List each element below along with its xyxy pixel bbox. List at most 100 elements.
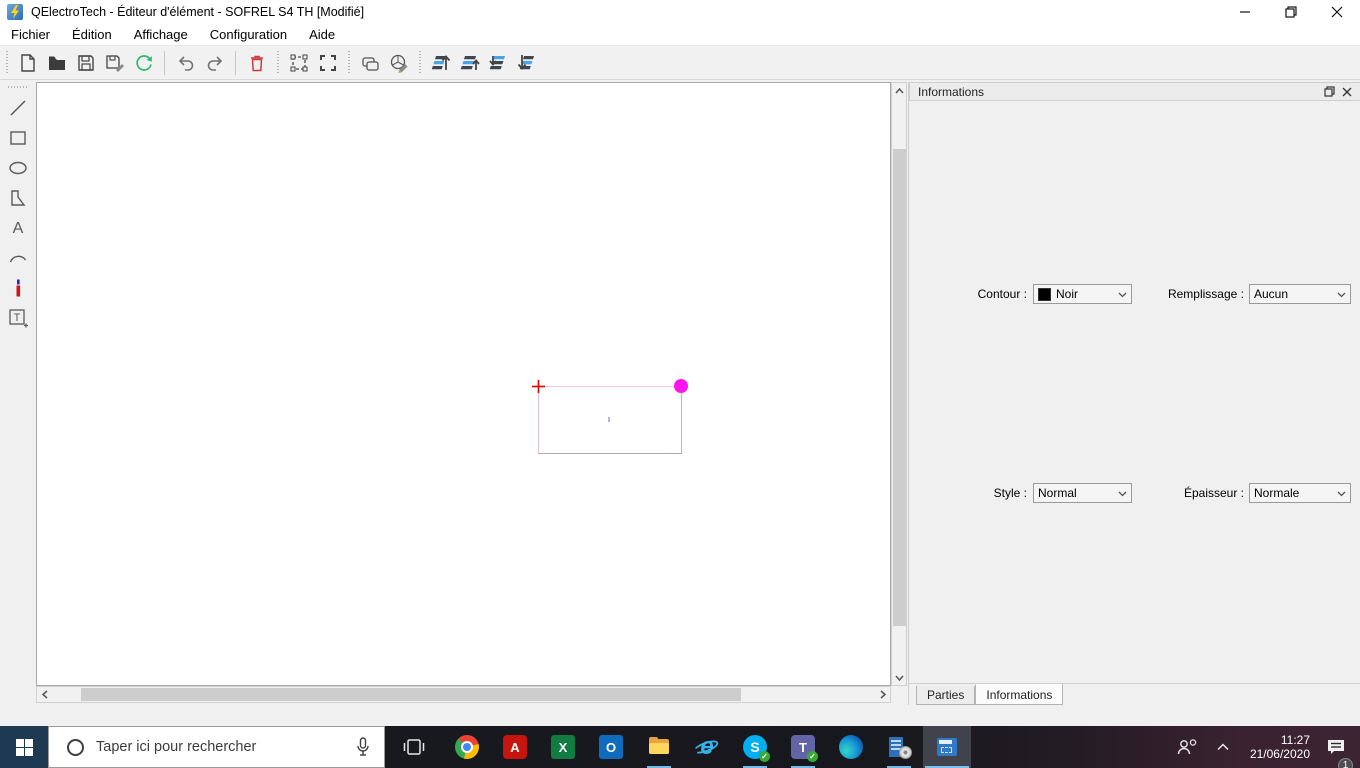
chrome-icon[interactable] <box>443 726 491 768</box>
polygon-tool-icon[interactable] <box>3 183 33 213</box>
windows-taskbar: A X O e S✓ T✓ 11:27 21/06/2020 <box>0 726 1360 768</box>
epaisseur-select[interactable]: Normale <box>1249 483 1351 503</box>
svg-text:T: T <box>14 312 21 324</box>
taskbar-search[interactable] <box>48 726 385 768</box>
edge-icon[interactable] <box>827 726 875 768</box>
lower-icon[interactable] <box>484 49 513 77</box>
notes-icon[interactable] <box>355 49 384 77</box>
delete-icon[interactable] <box>242 49 271 77</box>
style-value: Normal <box>1038 486 1077 500</box>
close-dock-icon[interactable] <box>1338 84 1356 100</box>
window-title: QElectroTech - Éditeur d'élément - SOFRE… <box>31 5 365 19</box>
search-icon <box>67 738 84 756</box>
tray-clock[interactable]: 11:27 21/06/2020 <box>1250 726 1310 768</box>
arc-tool-icon[interactable] <box>3 243 33 273</box>
contour-label: Contour : <box>977 287 1027 301</box>
tray-date: 21/06/2020 <box>1249 747 1310 761</box>
line-tool-icon[interactable] <box>3 93 33 123</box>
close-icon[interactable] <box>1314 0 1360 24</box>
excel-icon[interactable]: X <box>539 726 587 768</box>
vertical-scrollbar[interactable] <box>891 82 907 686</box>
skype-icon[interactable]: S ✓ <box>731 726 779 768</box>
outlook-icon[interactable]: O <box>587 726 635 768</box>
internet-explorer-icon[interactable]: e <box>683 726 731 768</box>
qelectrotech-logo-icon <box>7 4 23 20</box>
tray-time: 11:27 <box>1280 733 1310 747</box>
rectangle-primitive[interactable] <box>538 386 682 454</box>
menu-affichage[interactable]: Affichage <box>123 24 199 46</box>
people-icon[interactable] <box>1170 726 1206 768</box>
chevron-down-icon <box>1118 287 1127 301</box>
save-as-icon[interactable] <box>100 49 129 77</box>
bring-forward-icon[interactable] <box>426 49 455 77</box>
end-selection-icon[interactable] <box>313 49 342 77</box>
menu-fichier[interactable]: Fichier <box>0 24 61 46</box>
menu-edition[interactable]: Édition <box>61 24 123 46</box>
qelectrotech-window: QElectroTech - Éditeur d'élément - SOFRE… <box>0 0 1360 768</box>
palette-drag-handle[interactable] <box>8 84 28 89</box>
file-explorer-icon[interactable] <box>635 726 683 768</box>
menu-aide[interactable]: Aide <box>298 24 346 46</box>
horizontal-scroll-thumb[interactable] <box>81 688 741 701</box>
scrollbar-corner <box>891 686 907 703</box>
toolbar-drag-handle[interactable] <box>4 50 9 75</box>
informations-dock: Informations Contour : Noir Remplissage … <box>908 82 1360 705</box>
raise-icon[interactable] <box>455 49 484 77</box>
undo-icon[interactable] <box>171 49 200 77</box>
menu-configuration[interactable]: Configuration <box>199 24 298 46</box>
tab-informations[interactable]: Informations <box>975 684 1064 705</box>
selection-handle[interactable] <box>674 379 688 393</box>
restore-icon[interactable] <box>1268 0 1314 24</box>
drawing-canvas[interactable] <box>36 82 891 686</box>
contour-value: Noir <box>1056 287 1079 301</box>
minimize-icon[interactable] <box>1222 0 1268 24</box>
ellipse-tool-icon[interactable] <box>3 153 33 183</box>
new-document-icon[interactable] <box>13 49 42 77</box>
qelectrotech-icon[interactable] <box>923 726 971 768</box>
toolbar-drag-handle[interactable] <box>417 50 422 75</box>
search-input[interactable] <box>96 739 356 755</box>
toolbar-drag-handle[interactable] <box>346 50 351 75</box>
remplissage-value: Aucun <box>1254 287 1289 301</box>
acrobat-icon[interactable]: A <box>491 726 539 768</box>
horizontal-scrollbar[interactable] <box>36 686 891 703</box>
title-bar: QElectroTech - Éditeur d'élément - SOFRE… <box>0 0 1360 24</box>
origin-cross-marker <box>532 380 545 398</box>
save-icon[interactable] <box>71 49 100 77</box>
notification-badge: 1 <box>1338 758 1353 768</box>
send-backward-icon[interactable] <box>513 49 542 77</box>
teams-icon[interactable]: T ✓ <box>779 726 827 768</box>
menu-bar: Fichier Édition Affichage Configuration … <box>0 24 1360 46</box>
open-folder-icon[interactable] <box>42 49 71 77</box>
scroll-right-icon[interactable] <box>875 687 890 702</box>
tray-chevron-up-icon[interactable] <box>1206 726 1240 768</box>
vertical-scroll-thumb[interactable] <box>893 149 906 626</box>
float-dock-icon[interactable] <box>1320 84 1338 100</box>
scroll-left-icon[interactable] <box>37 687 52 702</box>
scroll-up-icon[interactable] <box>892 83 906 98</box>
terminal-tool-icon[interactable] <box>3 273 33 303</box>
contour-select[interactable]: Noir <box>1033 284 1132 304</box>
rectangle-tool-icon[interactable] <box>3 123 33 153</box>
remplissage-label: Remplissage : <box>1167 287 1244 301</box>
microphone-icon[interactable] <box>356 737 370 757</box>
text-tool-icon[interactable]: A <box>3 213 33 243</box>
chevron-down-icon <box>1337 287 1346 301</box>
snap-tick <box>608 417 610 422</box>
toolbar-drag-handle[interactable] <box>275 50 280 75</box>
remplissage-select[interactable]: Aucun <box>1249 284 1351 304</box>
software-center-icon[interactable] <box>875 726 923 768</box>
epaisseur-value: Normale <box>1254 486 1300 500</box>
scroll-down-icon[interactable] <box>892 670 906 685</box>
textfield-tool-icon[interactable]: T <box>3 303 33 333</box>
tab-parties[interactable]: Parties <box>916 686 976 705</box>
start-icon[interactable] <box>0 726 48 768</box>
redo-icon[interactable] <box>200 49 229 77</box>
svg-text:A: A <box>13 220 24 237</box>
color-pencil-icon[interactable] <box>384 49 413 77</box>
task-view-icon[interactable] <box>385 726 443 768</box>
style-select[interactable]: Normal <box>1033 483 1132 503</box>
notifications-icon[interactable]: 1 <box>1326 726 1353 768</box>
reload-icon[interactable] <box>129 49 158 77</box>
edit-selection-icon[interactable] <box>284 49 313 77</box>
